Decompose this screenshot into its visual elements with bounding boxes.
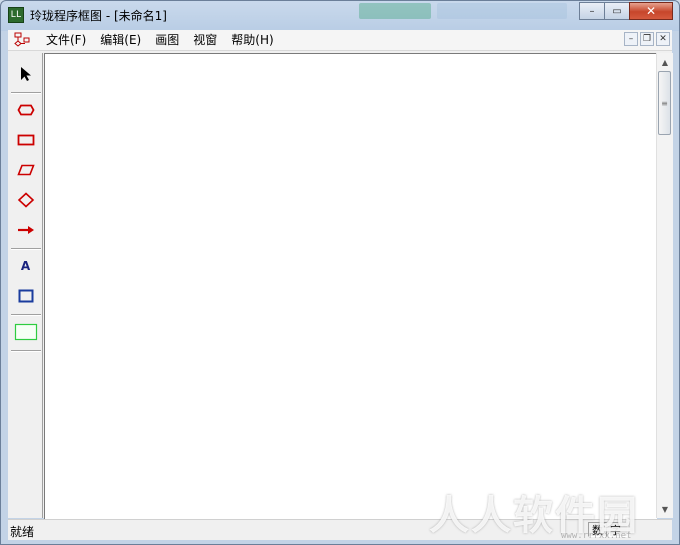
app-window: LL 玲珑程序框图 - [未命名1] – ▭ ✕ 文件(F) 编辑(E) 画图 … xyxy=(0,0,680,545)
process-rectangle-icon xyxy=(17,134,34,146)
close-button[interactable]: ✕ xyxy=(629,2,673,20)
mdi-close-button[interactable]: ✕ xyxy=(656,32,670,46)
status-text: 就绪 xyxy=(10,525,35,539)
blurred-background-text xyxy=(437,3,567,19)
minimize-icon: – xyxy=(589,5,595,17)
minimize-button[interactable]: – xyxy=(579,2,605,20)
decision-tool[interactable] xyxy=(12,187,39,213)
menu-edit[interactable]: 编辑(E) xyxy=(93,32,148,48)
arrow-tool[interactable] xyxy=(12,217,39,243)
vertical-scrollbar[interactable]: ▲ ≡ ▼ xyxy=(656,53,673,518)
frame-tool[interactable] xyxy=(12,319,39,345)
toolbar-separator xyxy=(11,248,41,250)
diamond-icon xyxy=(17,192,34,208)
scroll-down-icon[interactable]: ▼ xyxy=(657,501,673,517)
menu-file[interactable]: 文件(F) xyxy=(39,32,93,48)
menu-draw[interactable]: 画图 xyxy=(148,32,186,48)
menu-bar: 文件(F) 编辑(E) 画图 视窗 帮助(H) – ❐ ✕ xyxy=(8,30,672,51)
io-tool[interactable] xyxy=(12,157,39,183)
menu-items: 文件(F) 编辑(E) 画图 视窗 帮助(H) xyxy=(39,32,281,48)
process-tool[interactable] xyxy=(12,127,39,153)
drawing-canvas[interactable] xyxy=(44,53,657,519)
grip-icon: ≡ xyxy=(661,98,668,108)
menu-help[interactable]: 帮助(H) xyxy=(224,32,280,48)
app-icon[interactable]: LL xyxy=(8,7,24,23)
maximize-button[interactable]: ▭ xyxy=(604,2,630,20)
toolbar-separator xyxy=(11,314,41,316)
mdi-minimize-button[interactable]: – xyxy=(624,32,638,46)
toolbar-separator xyxy=(11,350,41,352)
flowchart-doc-icon[interactable] xyxy=(14,32,30,48)
caption-buttons: – ▭ ✕ xyxy=(579,2,673,21)
scroll-up-icon[interactable]: ▲ xyxy=(657,54,673,70)
green-rectangle-icon xyxy=(14,323,37,341)
close-icon: ✕ xyxy=(645,4,657,18)
arrow-icon xyxy=(17,226,34,234)
pointer-arrow-icon xyxy=(20,67,31,81)
client-area: A ▲ ≡ ▼ xyxy=(8,51,673,519)
parallelogram-icon xyxy=(16,164,35,176)
blue-rectangle-icon xyxy=(18,289,33,303)
text-tool[interactable]: A xyxy=(12,253,39,279)
pointer-tool[interactable] xyxy=(12,61,39,87)
toolbar-separator xyxy=(11,92,41,94)
text-icon: A xyxy=(20,259,31,273)
tool-palette: A xyxy=(9,53,43,518)
window-title: 玲珑程序框图 - [未命名1] xyxy=(30,9,167,23)
scrollbar-thumb[interactable]: ≡ xyxy=(658,71,671,135)
terminal-tool[interactable] xyxy=(12,97,39,123)
menu-window[interactable]: 视窗 xyxy=(186,32,224,48)
restore-icon: ▭ xyxy=(612,5,622,17)
mdi-restore-button[interactable]: ❐ xyxy=(640,32,654,46)
terminal-shape-icon xyxy=(16,104,35,116)
mdi-buttons: – ❐ ✕ xyxy=(622,32,670,46)
box-tool[interactable] xyxy=(12,283,39,309)
title-bar[interactable]: LL 玲珑程序框图 - [未命名1] – ▭ ✕ xyxy=(1,1,679,29)
blurred-background-badge xyxy=(359,3,431,19)
watermark-url: www.rrrxx.net xyxy=(561,531,632,541)
